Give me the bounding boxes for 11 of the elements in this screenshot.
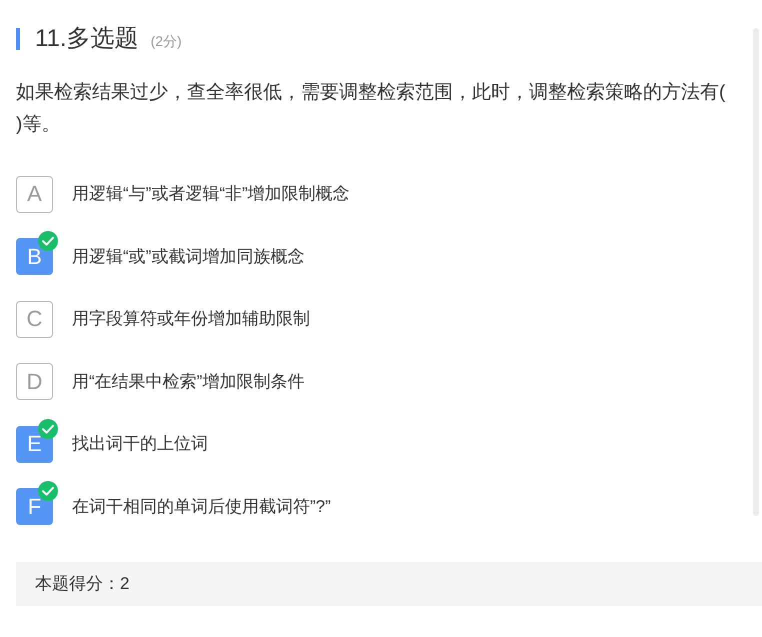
option-text: 在词干相同的单词后使用截词符”?” (72, 496, 331, 518)
option-text: 用字段算符或年份增加辅助限制 (72, 308, 310, 330)
option-text: 用逻辑“或”或截词增加同族概念 (72, 246, 304, 268)
question-title: 11.多选题 (35, 25, 139, 53)
question-points: (2分) (150, 32, 182, 50)
option-text: 找出词干的上位词 (72, 433, 208, 456)
title-accent-bar (16, 28, 20, 50)
option-text: 用逻辑“与”或者逻辑“非”增加限制概念 (72, 183, 350, 206)
score-text: 本题得分：2 (35, 573, 130, 596)
option-text: 用“在结果中检索”增加限制条件 (72, 370, 304, 393)
question-text: 如果检索结果过少，查全率很低，需要调整检索范围，此时，调整检索策略的方法有( )等。 (16, 81, 726, 137)
